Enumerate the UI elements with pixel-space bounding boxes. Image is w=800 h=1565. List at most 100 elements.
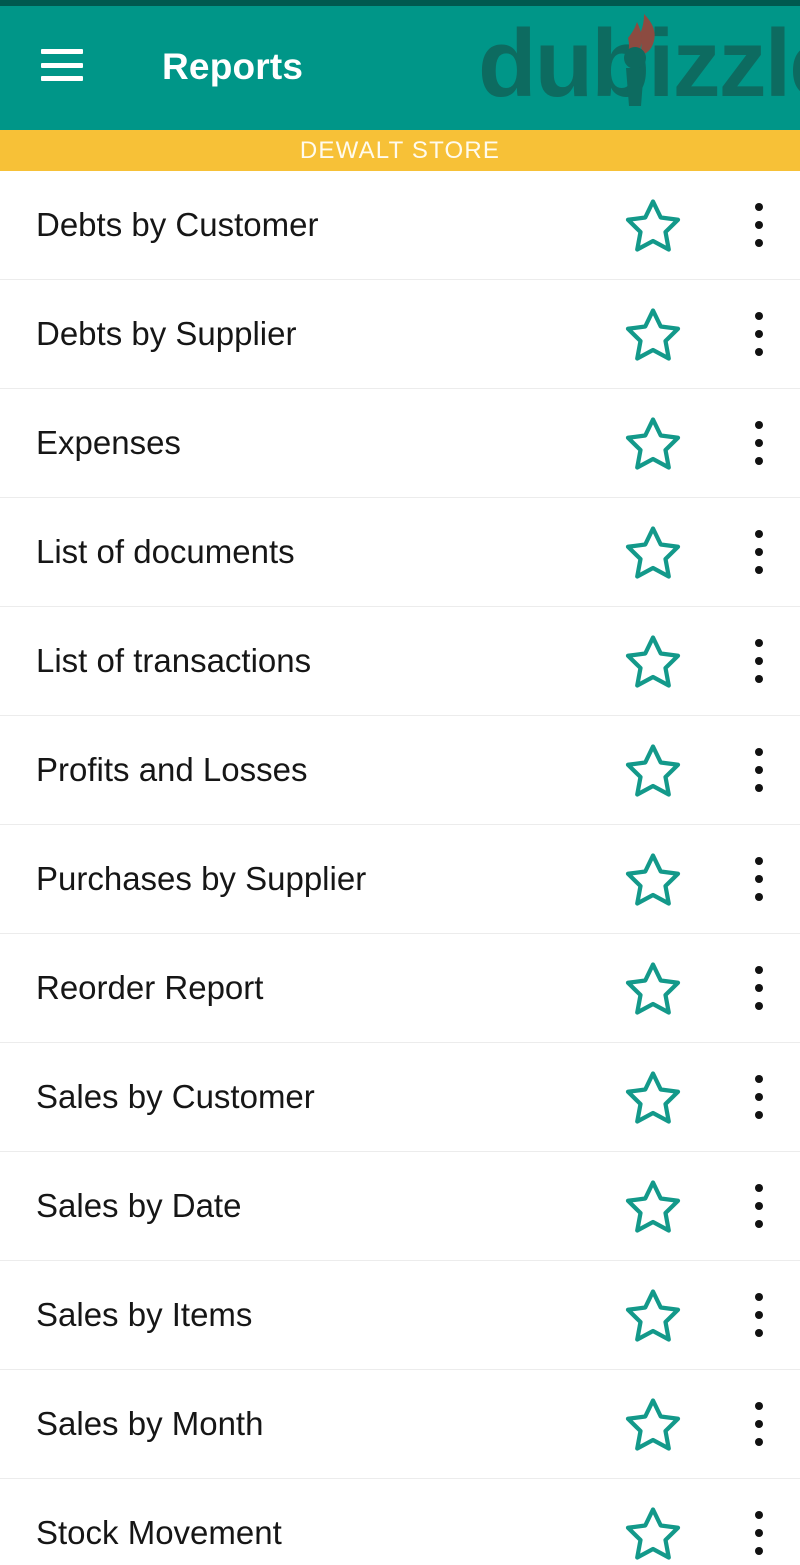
star-outline-icon[interactable]: [618, 517, 688, 587]
more-vertical-icon[interactable]: [733, 1282, 785, 1348]
report-name-label: Profits and Losses: [36, 751, 308, 788]
star-outline-icon[interactable]: [618, 953, 688, 1023]
dot: [755, 984, 763, 992]
more-vertical-icon[interactable]: [733, 1391, 785, 1457]
star-outline-icon[interactable]: [618, 1062, 688, 1132]
star-outline-icon[interactable]: [618, 299, 688, 369]
dot: [755, 966, 763, 974]
report-list-item[interactable]: List of documents: [0, 498, 800, 607]
star-outline-icon[interactable]: [618, 844, 688, 914]
dot: [755, 1511, 763, 1519]
more-vertical-icon[interactable]: [733, 737, 785, 803]
star-outline-icon[interactable]: [618, 1389, 688, 1459]
report-name-label: List of documents: [36, 533, 295, 570]
dot: [755, 1093, 763, 1101]
dot: [755, 1111, 763, 1119]
page-title: Reports: [162, 46, 304, 87]
report-name-label: Sales by Customer: [36, 1078, 315, 1115]
more-vertical-icon[interactable]: [733, 410, 785, 476]
report-name-label: Stock Movement: [36, 1514, 282, 1551]
report-list-item[interactable]: Reorder Report: [0, 934, 800, 1043]
report-name-label: Sales by Month: [36, 1405, 264, 1442]
more-vertical-icon[interactable]: [733, 1500, 785, 1565]
dot: [755, 548, 763, 556]
dot: [755, 784, 763, 792]
dot: [755, 203, 763, 211]
report-list-item[interactable]: Sales by Date: [0, 1152, 800, 1261]
more-vertical-icon[interactable]: [733, 1173, 785, 1239]
dot: [755, 457, 763, 465]
report-name-label: Debts by Customer: [36, 206, 319, 243]
dot: [755, 748, 763, 756]
report-list-item[interactable]: List of transactions: [0, 607, 800, 716]
dot: [755, 1002, 763, 1010]
dot: [755, 1293, 763, 1301]
dot: [755, 1438, 763, 1446]
report-name-label: Expenses: [36, 424, 181, 461]
more-vertical-icon[interactable]: [733, 955, 785, 1021]
report-name-label: List of transactions: [36, 642, 312, 679]
more-vertical-icon[interactable]: [733, 519, 785, 585]
more-vertical-icon[interactable]: [733, 301, 785, 367]
dot: [755, 239, 763, 247]
report-name-label: Sales by Items: [36, 1296, 253, 1333]
more-vertical-icon[interactable]: [733, 192, 785, 258]
hamburger-line: [41, 62, 83, 68]
dot: [755, 657, 763, 665]
report-list-item[interactable]: Expenses: [0, 389, 800, 498]
star-outline-icon[interactable]: [618, 735, 688, 805]
more-vertical-icon[interactable]: [733, 846, 785, 912]
hamburger-line: [41, 49, 83, 54]
dot: [755, 1311, 763, 1319]
more-vertical-icon[interactable]: [733, 628, 785, 694]
dubizzle-watermark-logo: dubizzle: [476, 6, 800, 118]
report-name-label: Purchases by Supplier: [36, 860, 367, 897]
report-name-label: Reorder Report: [36, 969, 264, 1006]
report-list-item[interactable]: Debts by Customer: [0, 171, 800, 280]
report-list-item[interactable]: Stock Movement: [0, 1479, 800, 1565]
report-list-item[interactable]: Purchases by Supplier: [0, 825, 800, 934]
status-bar: [0, 0, 800, 6]
star-outline-icon[interactable]: [618, 1171, 688, 1241]
star-outline-icon[interactable]: [618, 190, 688, 260]
star-outline-icon[interactable]: [618, 626, 688, 696]
dot: [755, 530, 763, 538]
report-name-label: Debts by Supplier: [36, 315, 297, 352]
store-name-label: DEWALT STORE: [299, 136, 501, 164]
report-list-item[interactable]: Sales by Items: [0, 1261, 800, 1370]
dot: [755, 766, 763, 774]
dot: [755, 857, 763, 865]
dot: [755, 1420, 763, 1428]
dot: [755, 1184, 763, 1192]
reports-list: Debts by Customer Debts by Supplier Expens…: [0, 171, 800, 1565]
report-list-item[interactable]: Profits and Losses: [0, 716, 800, 825]
report-list-item[interactable]: Sales by Month: [0, 1370, 800, 1479]
store-banner: DEWALT STORE: [0, 130, 800, 171]
hamburger-line: [41, 76, 83, 81]
dot: [755, 639, 763, 647]
star-outline-icon[interactable]: [618, 1498, 688, 1565]
dot: [755, 221, 763, 229]
dot: [755, 312, 763, 320]
dot: [755, 893, 763, 901]
report-name-label: Sales by Date: [36, 1187, 242, 1224]
dot: [755, 330, 763, 338]
report-list-item[interactable]: Debts by Supplier: [0, 280, 800, 389]
star-outline-icon[interactable]: [618, 408, 688, 478]
star-outline-icon[interactable]: [618, 1280, 688, 1350]
dot: [755, 1529, 763, 1537]
dot: [755, 1075, 763, 1083]
app-bar: Reports dubizzle: [0, 0, 800, 130]
hamburger-menu-icon[interactable]: [41, 49, 83, 81]
report-list-item[interactable]: Sales by Customer: [0, 1043, 800, 1152]
dot: [755, 875, 763, 883]
more-vertical-icon[interactable]: [733, 1064, 785, 1130]
dot: [755, 1329, 763, 1337]
dot: [755, 1220, 763, 1228]
dot: [755, 1547, 763, 1555]
dot: [755, 421, 763, 429]
dot: [755, 675, 763, 683]
svg-text:dubizzle: dubizzle: [478, 10, 800, 117]
dot: [755, 1202, 763, 1210]
dot: [755, 1402, 763, 1410]
